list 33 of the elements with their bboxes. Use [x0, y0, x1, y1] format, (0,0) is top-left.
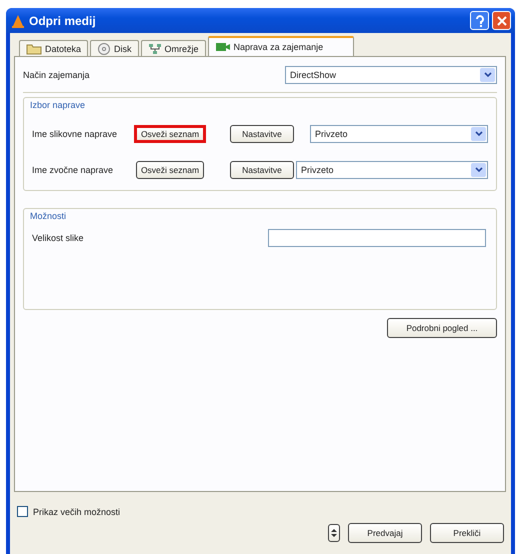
refresh-button[interactable]: Osveži seznam: [136, 161, 204, 179]
group-title: Izbor naprave: [30, 100, 86, 110]
input-field[interactable]: [268, 229, 486, 247]
close-button[interactable]: [492, 11, 511, 30]
field-label: Ime zvočne naprave: [32, 165, 114, 175]
cancel-button[interactable]: Prekliči: [430, 523, 504, 543]
cone-icon: [12, 14, 24, 28]
window-title: Odpri medij: [29, 14, 97, 28]
checkbox-label: Prikaz večih možnosti: [33, 506, 120, 516]
play-button[interactable]: Predvajaj: [348, 523, 422, 543]
refresh-button[interactable]: Osveži seznam: [134, 125, 206, 143]
details-button[interactable]: Podrobni pogled ...: [387, 318, 497, 338]
tab[interactable]: Naprava za zajemanje: [208, 36, 354, 56]
question-icon: [474, 14, 484, 26]
capture-mode-dropdown[interactable]: DirectShow: [285, 66, 497, 84]
device-dropdown[interactable]: Privzeto: [310, 125, 488, 143]
camera-icon: [214, 41, 231, 53]
network-icon: [148, 42, 162, 54]
group-title: Možnosti: [30, 211, 68, 221]
settings-button[interactable]: Nastavitve: [230, 161, 294, 179]
close-icon: [496, 16, 506, 26]
checkbox[interactable]: [17, 506, 28, 517]
field-label: Ime slikovne naprave: [32, 129, 118, 139]
device-dropdown[interactable]: Privzeto: [296, 161, 488, 179]
spin-button[interactable]: [328, 524, 340, 542]
tab[interactable]: Datoteka: [19, 40, 88, 56]
help-button[interactable]: [470, 11, 489, 30]
settings-button[interactable]: Nastavitve: [230, 125, 294, 143]
field-label: Velikost slike: [32, 233, 85, 243]
tab[interactable]: Omrežje: [140, 40, 206, 56]
up-down-arrows-icon: [331, 528, 337, 538]
tab[interactable]: Disk: [90, 40, 139, 56]
field-label: Način zajemanja: [23, 70, 91, 80]
